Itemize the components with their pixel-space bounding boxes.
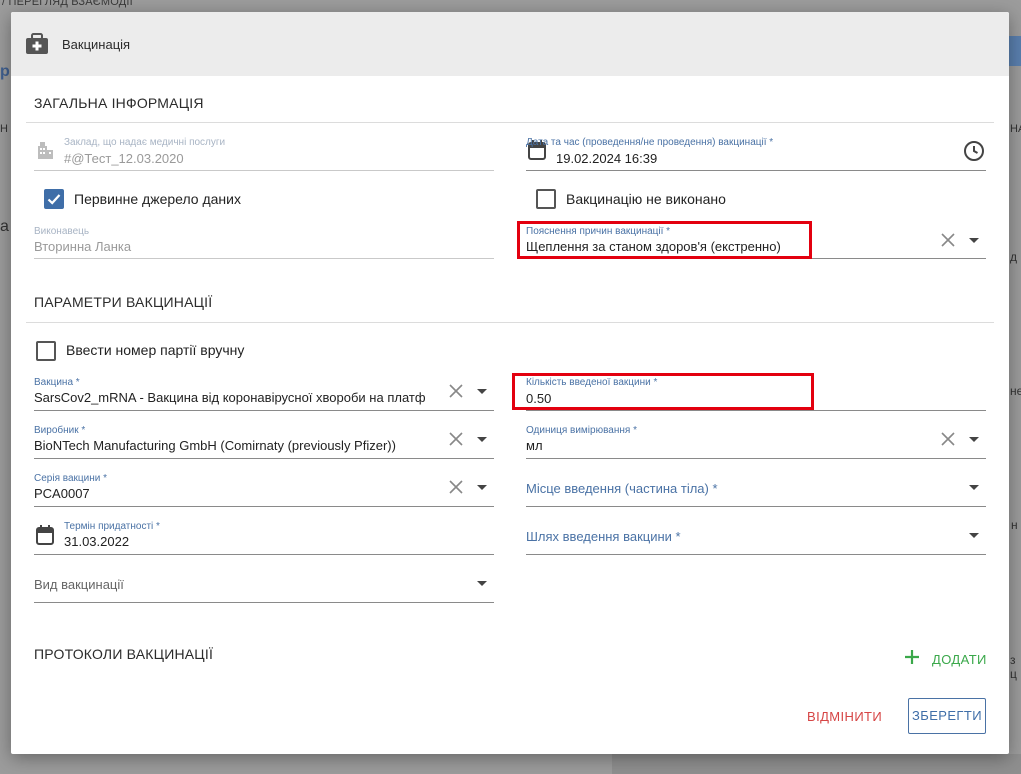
lot-label: Серія вакцини * [34,473,107,484]
medical-briefcase-icon [25,33,49,60]
section-divider [26,322,994,323]
lot-value: PCA0007 [34,486,90,501]
performer-label: Виконавець [34,226,90,237]
clear-icon[interactable] [447,478,465,496]
section-title-general: ЗАГАЛЬНА ІНФОРМАЦІЯ [34,95,204,111]
manufacturer-value: BioNTech Manufacturing GmbH (Comirnaty (… [34,438,396,453]
check-icon [47,194,61,205]
expiration-label: Термін придатності * [64,521,160,532]
background-panel [612,754,1021,774]
unit-select[interactable]: Одиниця вимірювання * мл [526,423,986,459]
route-placeholder: Шлях введення вакцини * [526,529,681,544]
highlight-box [512,373,814,410]
manual-lot-checkbox[interactable] [36,341,56,361]
background-fragment: а [0,218,9,235]
primary-source-checkbox[interactable] [44,189,64,209]
facility-label: Заклад, що надає медичні послуги [64,137,226,148]
route-select[interactable]: Шлях введення вакцини * [526,519,986,555]
body-site-placeholder: Місце введення (частина тіла) * [526,481,718,496]
performer-field: Виконавець Вторинна Ланка [34,223,494,259]
facility-value: #@Тест_12.03.2020 [64,151,184,166]
chevron-down-icon[interactable] [477,485,487,490]
chevron-down-icon[interactable] [477,389,487,394]
body-site-select[interactable]: Місце введення (частина тіла) * [526,471,986,507]
plus-icon [905,650,919,664]
chevron-down-icon[interactable] [969,437,979,442]
background-fragment: Н [0,123,8,135]
lot-select[interactable]: Серія вакцини * PCA0007 [34,471,494,507]
chevron-down-icon[interactable] [477,437,487,442]
section-divider [26,122,994,123]
expiration-value: 31.03.2022 [64,534,130,549]
clear-icon[interactable] [939,231,957,249]
vaccination-datetime-field[interactable]: Дата та час (проведення/не проведення) в… [526,135,986,171]
chevron-down-icon[interactable] [969,533,979,538]
manual-lot-label: Ввести номер партії вручну [66,342,245,358]
performer-value: Вторинна Ланка [34,239,132,254]
clear-icon[interactable] [939,430,957,448]
clear-icon[interactable] [447,382,465,400]
calendar-icon[interactable] [36,525,54,550]
background-fragment: з ц [1010,653,1017,681]
facility-field: Заклад, що надає медичні послуги #@Тест_… [34,135,494,171]
vaccine-label: Вакцина * [34,377,80,388]
chevron-down-icon[interactable] [477,581,487,586]
dialog-header: Вакцинація [11,12,1009,76]
clock-icon[interactable] [963,140,985,167]
clear-icon[interactable] [447,430,465,448]
vaccine-value: SarsCov2_mRNA - Вакцина від коронавірусн… [34,390,426,405]
vaccine-select[interactable]: Вакцина * SarsCov2_mRNA - Вакцина від ко… [34,375,494,411]
vaccination-type-select[interactable]: Вид вакцинації [34,567,494,603]
vaccination-dialog: Вакцинація ЗАГАЛЬНА ІНФОРМАЦІЯ Заклад, щ… [11,12,1009,754]
not-done-label: Вакцинацію не виконано [566,191,726,207]
section-title-protocols: ПРОТОКОЛИ ВАКЦИНАЦІЇ [34,646,214,662]
background-fragment: не [1010,384,1021,398]
building-icon [36,141,54,164]
not-done-checkbox[interactable] [536,189,556,209]
save-button[interactable]: ЗБЕРЕГТИ [908,698,986,734]
background-fragment: д [1010,250,1018,264]
manufacturer-select[interactable]: Виробник * BioNTech Manufacturing GmbH (… [34,423,494,459]
breadcrumb: / ПЕРЕГЛЯД ВЗАЄМОДІЇ [2,0,133,8]
background-button [1009,36,1021,66]
cancel-button[interactable]: ВІДМІНИТИ [807,709,882,724]
chevron-down-icon[interactable] [969,238,979,243]
primary-source-label: Первинне джерело даних [74,191,241,207]
datetime-value: 19.02.2024 16:39 [556,151,658,166]
datetime-label: Дата та час (проведення/не проведення) в… [526,137,774,148]
background-fragment: НА [1010,123,1021,135]
background-fragment: н [1011,518,1018,532]
unit-label: Одиниця вимірювання * [526,425,637,436]
highlight-box [517,221,812,259]
manufacturer-label: Виробник * [34,425,86,436]
expiration-date-field[interactable]: Термін придатності * 31.03.2022 [34,519,494,555]
add-protocol-label: ДОДАТИ [932,652,987,667]
dialog-title: Вакцинація [62,37,131,52]
chevron-down-icon[interactable] [969,485,979,490]
unit-value: мл [526,438,543,453]
vaccination-type-placeholder: Вид вакцинації [34,577,124,592]
section-title-params: ПАРАМЕТРИ ВАКЦИНАЦІЇ [34,294,213,310]
background-fragment: р [0,63,10,80]
